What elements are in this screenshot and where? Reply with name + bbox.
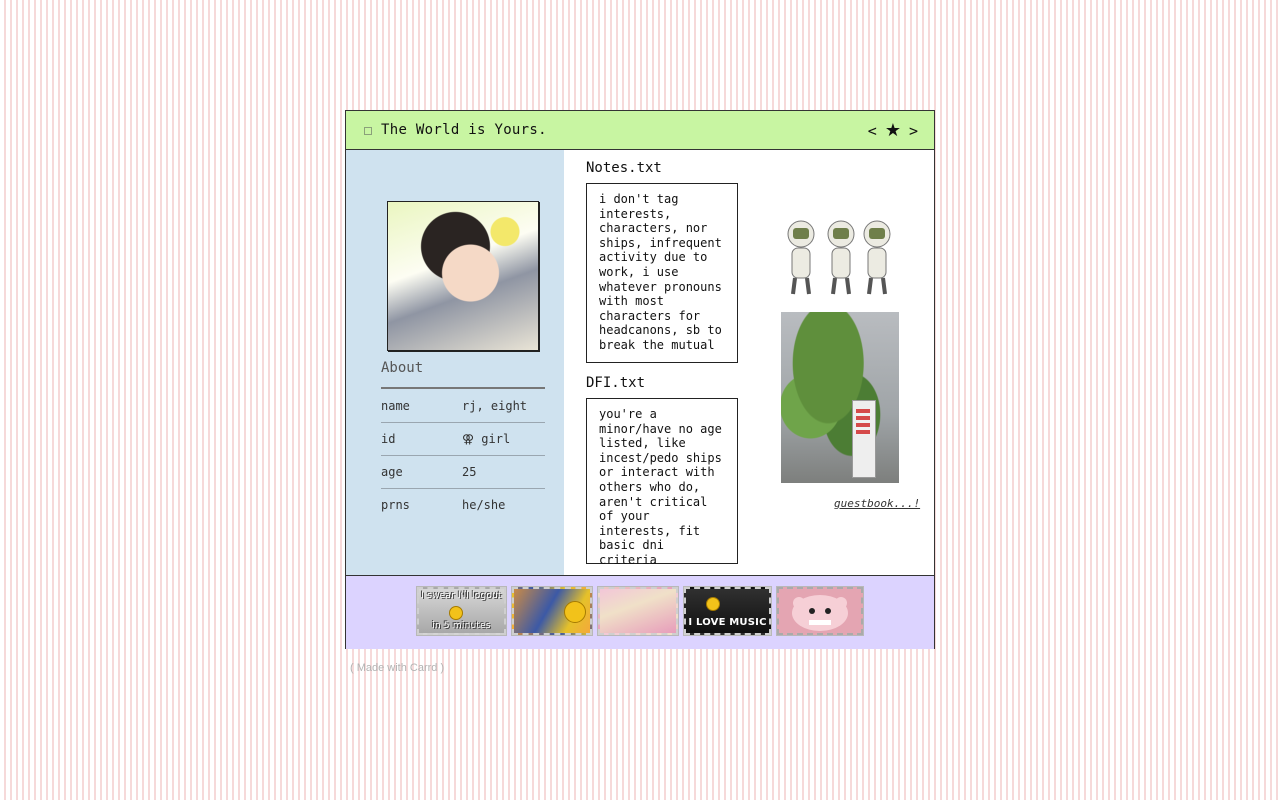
about-key: prns xyxy=(381,498,410,512)
pink-girl-stamp xyxy=(597,586,679,636)
about-row-name: name rj, eight xyxy=(381,390,545,423)
vending-machine xyxy=(852,400,876,478)
about-key: age xyxy=(381,465,403,479)
media-panel: guestbook...! xyxy=(764,150,934,575)
about-value: he/she xyxy=(462,498,506,512)
characters-stamp xyxy=(511,586,593,636)
about-value: ⚢ girl xyxy=(462,432,511,446)
notes-textbox: i don't tag interests, characters, nor s… xyxy=(586,183,738,363)
smiley-icon xyxy=(564,601,586,623)
about-divider xyxy=(381,387,545,389)
stamp-row: I swear I'll logout in 5 minutes I LOVE … xyxy=(416,586,864,636)
title-bar: The World is Yours. < ★ > xyxy=(346,111,934,150)
made-with-carrd[interactable]: ( Made with Carrd ) xyxy=(350,662,444,674)
smiley-icon xyxy=(706,597,720,611)
dni-textbox: you're a minor/have no age listed, like … xyxy=(586,398,738,567)
notes-panel: Notes.txt i don't tag interests, charact… xyxy=(564,150,764,575)
about-panel: About name rj, eight id ⚢ girl age 25 pr… xyxy=(346,150,564,575)
prev-arrow-button[interactable]: < xyxy=(868,122,877,140)
notes-title: Notes.txt xyxy=(586,160,662,176)
robot-figure xyxy=(787,220,815,295)
about-table: name rj, eight id ⚢ girl age 25 prns he/… xyxy=(381,390,545,521)
star-icon[interactable]: ★ xyxy=(885,120,901,141)
tree-photo xyxy=(781,312,899,483)
window-square-icon xyxy=(364,127,372,135)
stamp-bar: I swear I'll logout in 5 minutes I LOVE … xyxy=(346,575,934,649)
robot-figure xyxy=(827,220,855,295)
about-value: 25 xyxy=(462,465,477,479)
bear-icon xyxy=(792,595,848,631)
about-row-prns: prns he/she xyxy=(381,489,545,521)
stamp-caption: I swear I'll logout xyxy=(421,591,502,601)
about-key: name xyxy=(381,399,410,413)
profile-window: The World is Yours. < ★ > About name rj,… xyxy=(345,110,935,649)
title-nav: < ★ > xyxy=(868,120,918,141)
guestbook-link[interactable]: guestbook...! xyxy=(834,497,920,510)
robots-image xyxy=(787,220,891,295)
about-row-id: id ⚢ girl xyxy=(381,423,545,456)
pink-bear-stamp xyxy=(776,586,864,636)
avatar-image xyxy=(387,201,539,351)
stamp-caption: I LOVE MUSIC xyxy=(688,617,767,628)
music-stamp: I LOVE MUSIC xyxy=(683,586,772,636)
window-title: The World is Yours. xyxy=(381,122,547,138)
about-heading: About xyxy=(381,360,424,376)
next-arrow-button[interactable]: > xyxy=(909,122,918,140)
logout-stamp: I swear I'll logout in 5 minutes xyxy=(416,586,507,636)
smiley-icon xyxy=(449,606,463,620)
dni-title: DFI.txt xyxy=(586,375,646,391)
robot-figure xyxy=(863,220,891,295)
about-value: rj, eight xyxy=(462,399,528,413)
about-key: id xyxy=(381,432,396,446)
about-row-age: age 25 xyxy=(381,456,545,489)
stamp-caption: in 5 minutes xyxy=(432,621,491,631)
